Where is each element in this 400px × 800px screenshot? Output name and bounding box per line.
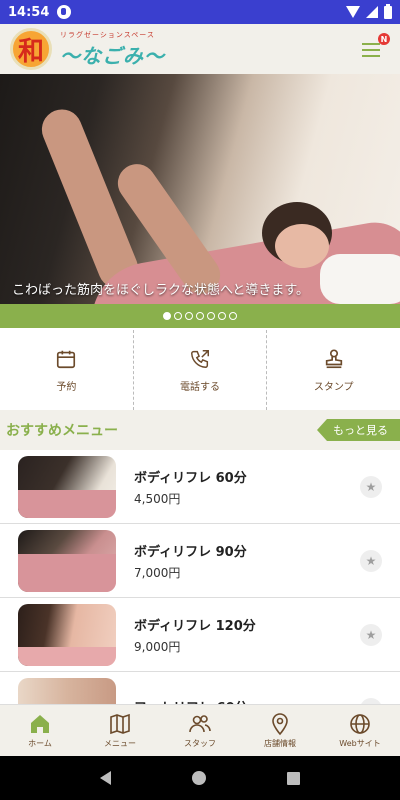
nav-home[interactable]: ホーム	[0, 705, 80, 756]
signal-icon	[366, 6, 378, 18]
home-circle-icon[interactable]	[191, 771, 206, 785]
menu-name: ボディリフレ 120分	[134, 618, 256, 634]
see-more-button[interactable]: もっと見る	[317, 419, 400, 441]
nav-label: ホーム	[28, 739, 52, 748]
back-icon[interactable]	[100, 771, 112, 785]
stamp-button[interactable]: スタンプ	[266, 330, 400, 410]
logo-name: 〜なごみ〜	[60, 43, 165, 68]
slide-dot[interactable]	[207, 312, 215, 320]
nav-store-info[interactable]: 店舗情報	[240, 705, 320, 756]
nav-label: Webサイト	[339, 739, 381, 748]
menu-thumbnail	[18, 455, 116, 518]
slide-dot[interactable]	[229, 312, 237, 320]
menu-price: 4,500円	[134, 491, 181, 506]
staff-icon	[189, 715, 211, 733]
call-button[interactable]: 電話する	[132, 330, 267, 410]
status-bar: 14:54	[0, 0, 400, 24]
hamburger-menu-button[interactable]: N	[362, 33, 390, 59]
status-time: 14:54	[8, 4, 50, 20]
slide-dot[interactable]	[163, 312, 171, 320]
stamp-icon	[325, 348, 342, 368]
hamburger-icon	[362, 43, 380, 45]
slide-dot[interactable]	[196, 312, 204, 320]
menu-list: ボディリフレ 60分 4,500円 ★ ボディリフレ 90分 7,000円 ★ …	[0, 450, 400, 746]
slide-dot[interactable]	[218, 312, 226, 320]
quick-actions: 予約 電話する スタンプ	[0, 330, 400, 410]
list-item[interactable]: ボディリフレ 90分 7,000円 ★	[0, 524, 400, 598]
menu-price: 9,000円	[134, 639, 181, 654]
notification-icon	[57, 5, 72, 19]
nav-label: 店舗情報	[264, 739, 296, 748]
menu-info: ボディリフレ 90分 7,000円	[134, 541, 360, 581]
wifi-icon	[346, 6, 360, 18]
new-badge: N	[378, 33, 390, 45]
reserve-button[interactable]: 予約	[0, 330, 133, 410]
star-icon[interactable]: ★	[360, 623, 382, 646]
list-item[interactable]: ボディリフレ 120分 9,000円 ★	[0, 598, 400, 672]
menu-thumbnail	[18, 529, 116, 592]
slide-indicator	[0, 304, 400, 328]
menu-info: ボディリフレ 120分 9,000円	[134, 615, 360, 655]
slide-dot[interactable]	[174, 312, 182, 320]
nav-menu[interactable]: メニュー	[80, 705, 160, 756]
bottom-navigation: ホーム メニュー スタッフ 店舗情報 Webサイト	[0, 704, 400, 756]
list-item[interactable]: ボディリフレ 60分 4,500円 ★	[0, 450, 400, 524]
menu-thumbnail	[18, 603, 116, 666]
hero-slider[interactable]: こわばった筋肉をほぐしラクな状態へと導きます。	[0, 74, 400, 304]
battery-icon	[384, 3, 392, 19]
logo-char: 和	[17, 36, 44, 67]
nav-staff[interactable]: スタッフ	[160, 705, 240, 756]
logo-mark: 和	[10, 28, 52, 70]
logo-subtitle: リラグゼーションスペース	[60, 30, 155, 39]
reserve-label: 予約	[56, 381, 77, 393]
recent-apps-icon[interactable]	[286, 771, 300, 785]
hero-caption: こわばった筋肉をほぐしラクな状態へと導きます。	[12, 283, 310, 298]
calendar-icon	[57, 350, 76, 368]
hero-image-face	[275, 224, 329, 268]
nav-label: メニュー	[104, 739, 136, 748]
menu-info: ボディリフレ 60分 4,500円	[134, 467, 360, 507]
system-navigation	[0, 756, 400, 800]
stamp-label: スタンプ	[313, 381, 354, 393]
menu-name: ボディリフレ 60分	[134, 470, 247, 486]
section-title: おすすめメニュー	[6, 423, 118, 439]
logo-text: リラグゼーションスペース 〜なごみ〜	[60, 30, 165, 69]
phone-icon	[191, 349, 209, 368]
nav-website[interactable]: Webサイト	[320, 705, 400, 756]
star-icon[interactable]: ★	[360, 549, 382, 572]
menu-name: ボディリフレ 90分	[134, 544, 247, 560]
location-pin-icon	[272, 713, 288, 736]
star-icon[interactable]: ★	[360, 475, 382, 498]
globe-icon	[350, 714, 370, 734]
nav-label: スタッフ	[184, 739, 216, 748]
call-label: 電話する	[180, 381, 220, 393]
hero-image-pillow	[320, 254, 400, 304]
app-header: 和 リラグゼーションスペース 〜なごみ〜 N	[0, 24, 400, 74]
recommend-header: おすすめメニュー もっと見る	[0, 410, 400, 450]
menu-price: 7,000円	[134, 565, 181, 580]
map-icon	[110, 713, 130, 735]
slide-dot[interactable]	[185, 312, 193, 320]
home-icon	[31, 715, 49, 733]
